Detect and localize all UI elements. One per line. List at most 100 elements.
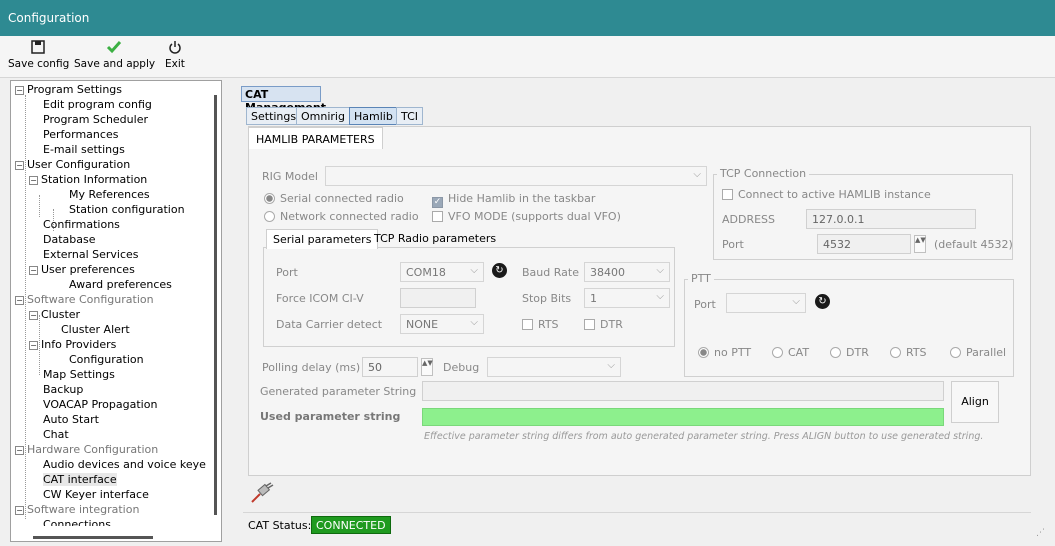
tree-item-station-information[interactable]: − Station Information bbox=[29, 173, 147, 186]
checkbox-icon bbox=[432, 211, 443, 222]
save-icon bbox=[8, 40, 68, 56]
tree-item-voacap-propagation[interactable]: VOACAP Propagation bbox=[43, 398, 157, 411]
parameter-note: Effective parameter string differs from … bbox=[424, 431, 984, 442]
polling-delay-field[interactable]: 50 bbox=[362, 357, 418, 377]
refresh-ports-icon[interactable]: ↻ bbox=[492, 263, 507, 278]
chevron-down-icon: ⌵ bbox=[693, 169, 701, 180]
refresh-ptt-ports-icon[interactable]: ↻ bbox=[815, 294, 830, 309]
exit-label: Exit bbox=[165, 58, 185, 70]
tree-item-performances[interactable]: Performances bbox=[43, 128, 118, 141]
cat-status-badge: CONNECTED bbox=[311, 516, 391, 534]
used-string-field[interactable] bbox=[422, 408, 944, 426]
chevron-down-icon: ⌵ bbox=[656, 291, 664, 302]
tree-vertical-scrollbar[interactable] bbox=[214, 95, 217, 515]
tree-item-chat[interactable]: Chat bbox=[43, 428, 69, 441]
dtr-checkbox[interactable]: DTR bbox=[584, 318, 623, 331]
data-carrier-select[interactable]: NONE ⌵ bbox=[400, 314, 484, 334]
address-label: ADDRESS bbox=[722, 213, 776, 226]
address-field[interactable]: 127.0.0.1 bbox=[806, 209, 976, 229]
tcp-port-label: Port bbox=[722, 238, 744, 251]
checkbox-icon bbox=[584, 319, 595, 330]
generated-string-field bbox=[422, 381, 944, 401]
ptt-port-select[interactable]: ⌵ bbox=[726, 293, 806, 313]
save-config-label: Save config bbox=[8, 58, 70, 70]
ptt-option-no-ptt[interactable]: no PTT bbox=[698, 346, 751, 359]
exit-button[interactable]: Exit bbox=[160, 40, 190, 70]
tree-item-program-settings[interactable]: − Program Settings bbox=[15, 83, 122, 96]
tree-item-cw-keyer-interface[interactable]: CW Keyer interface bbox=[43, 488, 149, 501]
radio-icon bbox=[830, 347, 841, 358]
tree-item-user-preferences[interactable]: − User preferences bbox=[29, 263, 135, 276]
tree-item-software-integration[interactable]: − Software integration bbox=[15, 503, 139, 516]
tree-item-station-configuration[interactable]: Station configuration bbox=[69, 203, 185, 216]
tab-hamlib[interactable]: Hamlib bbox=[349, 107, 398, 125]
tree-item-confirmations[interactable]: Confirmations bbox=[43, 218, 120, 231]
tcp-port-spinner[interactable]: ▲▼ bbox=[914, 235, 926, 253]
serial-connected-radio[interactable]: Serial connected radio bbox=[264, 192, 404, 205]
stop-bits-select[interactable]: 1 ⌵ bbox=[584, 288, 670, 308]
tcp-port-field[interactable]: 4532 bbox=[817, 234, 911, 254]
tree-item-software-configuration[interactable]: − Software Configuration bbox=[15, 293, 154, 306]
tab-settings[interactable]: Settings bbox=[246, 107, 302, 125]
tree-item-external-services[interactable]: External Services bbox=[43, 248, 139, 261]
tree-item-backup[interactable]: Backup bbox=[43, 383, 83, 396]
tab-tcp-radio-parameters[interactable]: TCP Radio parameters bbox=[372, 232, 498, 245]
tree-item-configuration[interactable]: Configuration bbox=[69, 353, 144, 366]
force-icom-field[interactable] bbox=[400, 288, 476, 308]
cat-status-label: CAT Status: bbox=[248, 519, 312, 532]
tree-item-auto-start[interactable]: Auto Start bbox=[43, 413, 99, 426]
hide-hamlib-checkbox[interactable]: ✓ Hide Hamlib in the taskbar bbox=[432, 192, 595, 208]
tree-item-my-references[interactable]: My References bbox=[69, 188, 150, 201]
tree-item-hardware-configuration[interactable]: − Hardware Configuration bbox=[15, 443, 158, 456]
radio-icon bbox=[772, 347, 783, 358]
debug-select[interactable]: ⌵ bbox=[487, 357, 621, 377]
tree-item-audio-devices[interactable]: Audio devices and voice keye bbox=[43, 458, 206, 471]
network-connected-radio[interactable]: Network connected radio bbox=[264, 210, 419, 223]
tree-item-cluster[interactable]: − Cluster bbox=[29, 308, 80, 321]
tree-item-award-preferences[interactable]: Award preferences bbox=[69, 278, 172, 291]
chevron-down-icon: ⌵ bbox=[470, 317, 478, 328]
align-button[interactable]: Align bbox=[951, 381, 999, 423]
baud-rate-label: Baud Rate bbox=[522, 266, 579, 279]
ptt-port-label: Port bbox=[694, 298, 716, 311]
connect-hamlib-checkbox[interactable]: Connect to active HAMLIB instance bbox=[722, 188, 931, 201]
ptt-option-parallel[interactable]: Parallel bbox=[950, 346, 1006, 359]
radio-icon bbox=[264, 211, 275, 222]
tree-item-info-providers[interactable]: − Info Providers bbox=[29, 338, 116, 351]
tcp-connection-title: TCP Connection bbox=[717, 167, 810, 180]
tree-item-cat-interface[interactable]: CAT interface bbox=[43, 473, 117, 486]
tree-item-connections[interactable]: Connections bbox=[43, 518, 111, 526]
tree-item-user-configuration[interactable]: − User Configuration bbox=[15, 158, 130, 171]
save-and-apply-label: Save and apply bbox=[74, 58, 156, 70]
radio-icon bbox=[264, 193, 275, 204]
tab-hamlib-parameters[interactable]: HAMLIB PARAMETERS bbox=[248, 127, 383, 149]
checkmark-icon bbox=[74, 40, 154, 56]
tree-item-email-settings[interactable]: E-mail settings bbox=[43, 143, 125, 156]
resize-grip-icon[interactable]: ⋰ bbox=[1036, 528, 1045, 538]
polling-spinner[interactable]: ▲▼ bbox=[421, 358, 433, 376]
tab-omnirig[interactable]: Omnirig bbox=[296, 107, 350, 125]
rig-model-select[interactable]: ⌵ bbox=[325, 166, 707, 186]
settings-tree[interactable]: − Program Settings Edit program config Pr… bbox=[10, 80, 222, 542]
rts-checkbox[interactable]: RTS bbox=[522, 318, 559, 331]
tab-tci[interactable]: TCI bbox=[396, 107, 423, 125]
tree-horizontal-scrollbar[interactable] bbox=[33, 536, 153, 539]
port-label: Port bbox=[276, 266, 298, 279]
ptt-option-dtr[interactable]: DTR bbox=[830, 346, 869, 359]
window-title-bar: Configuration bbox=[0, 0, 1055, 36]
save-and-apply-button[interactable]: Save and apply bbox=[74, 40, 156, 70]
cat-management-title: CAT Management bbox=[241, 86, 326, 114]
tab-serial-parameters[interactable]: Serial parameters bbox=[266, 229, 379, 249]
ptt-option-cat[interactable]: CAT bbox=[772, 346, 809, 359]
ptt-option-rts[interactable]: RTS bbox=[890, 346, 927, 359]
baud-rate-select[interactable]: 38400 ⌵ bbox=[584, 262, 670, 282]
tree-item-program-scheduler[interactable]: Program Scheduler bbox=[43, 113, 148, 126]
tree-item-edit-program-config[interactable]: Edit program config bbox=[43, 98, 152, 111]
tree-item-map-settings[interactable]: Map Settings bbox=[43, 368, 115, 381]
port-select[interactable]: COM18 ⌵ bbox=[400, 262, 484, 282]
checkbox-icon bbox=[522, 319, 533, 330]
save-config-button[interactable]: Save config bbox=[8, 40, 70, 70]
tree-item-cluster-alert[interactable]: Cluster Alert bbox=[61, 323, 130, 336]
tree-item-database[interactable]: Database bbox=[43, 233, 96, 246]
vfo-mode-checkbox[interactable]: VFO MODE (supports dual VFO) bbox=[432, 210, 621, 223]
